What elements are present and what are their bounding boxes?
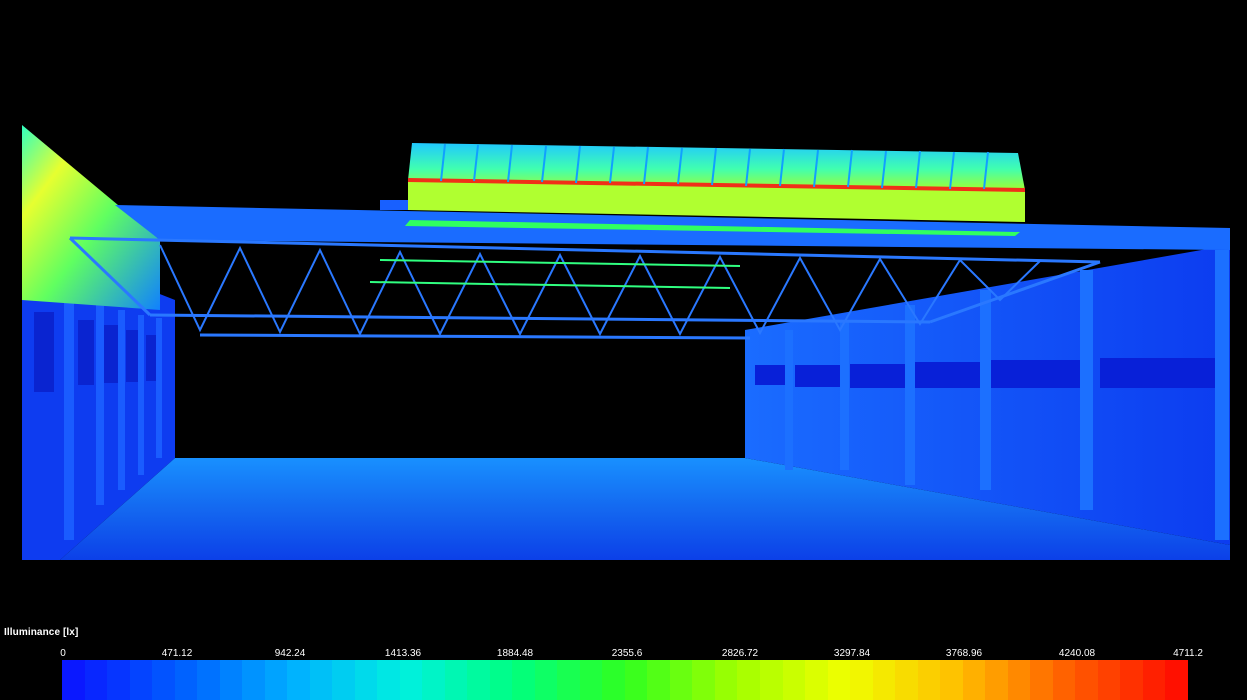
legend-tick-label: 4240.08 <box>1058 648 1096 659</box>
color-scale-swatch <box>489 660 513 700</box>
color-scale-swatch <box>242 660 265 700</box>
legend-title: Illuminance [lx] <box>4 627 79 638</box>
legend-tick-label: 1884.48 <box>496 648 534 659</box>
color-scale-swatch <box>895 660 918 700</box>
color-scale-swatch <box>759 660 783 700</box>
color-scale-swatch <box>850 660 873 700</box>
legend-tick-label: 942.24 <box>274 648 306 659</box>
color-scale-swatch <box>399 660 423 700</box>
legend-tick-label: 4711.2 <box>1173 648 1203 659</box>
color-scale-swatch <box>444 660 468 700</box>
color-scale-swatch <box>962 660 986 700</box>
color-scale-swatch <box>1075 660 1098 700</box>
color-scale-swatch <box>579 660 603 700</box>
color-scale-swatch <box>624 660 648 700</box>
roof-ledge <box>380 200 410 210</box>
color-scale-swatch <box>917 660 941 700</box>
color-scale-swatch <box>1165 660 1188 700</box>
color-scale-swatch <box>557 660 580 700</box>
legend-tick-label: 2826.72 <box>721 648 759 659</box>
color-scale-swatch <box>467 660 490 700</box>
color-scale-swatch <box>377 660 400 700</box>
color-scale-swatch <box>1030 660 1053 700</box>
color-scale-swatch <box>827 660 851 700</box>
legend-tick-label: 471.12 <box>161 648 193 659</box>
illuminance-render-view <box>22 125 1230 560</box>
legend-tick-label: 3768.96 <box>945 648 983 659</box>
legend-tick-label: 0 <box>60 648 66 659</box>
color-scale-swatch <box>264 660 288 700</box>
color-scale-swatch <box>287 660 310 700</box>
color-scale-swatch <box>669 660 693 700</box>
color-scale-swatch <box>129 660 153 700</box>
color-scale-swatch <box>107 660 130 700</box>
legend-tick-label: 2355.6 <box>611 648 643 659</box>
color-scale-swatch <box>174 660 198 700</box>
color-scale-swatch <box>1120 660 1143 700</box>
color-scale-swatch <box>805 660 828 700</box>
illuminance-color-scale <box>62 660 1188 700</box>
color-scale-swatch <box>1007 660 1031 700</box>
color-scale-swatch <box>332 660 355 700</box>
color-scale-swatch <box>737 660 760 700</box>
color-scale-swatch <box>1142 660 1166 700</box>
color-scale-swatch <box>1052 660 1076 700</box>
color-scale-swatch <box>782 660 806 700</box>
color-scale-swatch <box>534 660 558 700</box>
color-scale-swatch <box>152 660 175 700</box>
color-scale-swatch <box>197 660 220 700</box>
color-scale-swatch <box>309 660 333 700</box>
legend-tick-label: 1413.36 <box>384 648 422 659</box>
color-scale-swatch <box>219 660 243 700</box>
color-scale-swatch <box>1097 660 1121 700</box>
color-scale-swatch <box>940 660 963 700</box>
color-scale-swatch <box>512 660 535 700</box>
color-scale-swatch <box>872 660 896 700</box>
legend-tick-labels: 0 471.12 942.24 1413.36 1884.48 2355.6 2… <box>0 648 1247 660</box>
color-scale-swatch <box>422 660 445 700</box>
color-scale-swatch <box>692 660 715 700</box>
color-scale-swatch <box>647 660 670 700</box>
color-scale-swatch <box>985 660 1008 700</box>
color-scale-swatch <box>714 660 738 700</box>
color-scale-swatch <box>354 660 378 700</box>
color-scale-swatch <box>84 660 108 700</box>
color-scale-swatch <box>62 660 85 700</box>
legend-tick-label: 3297.84 <box>833 648 871 659</box>
color-scale-swatch <box>602 660 625 700</box>
